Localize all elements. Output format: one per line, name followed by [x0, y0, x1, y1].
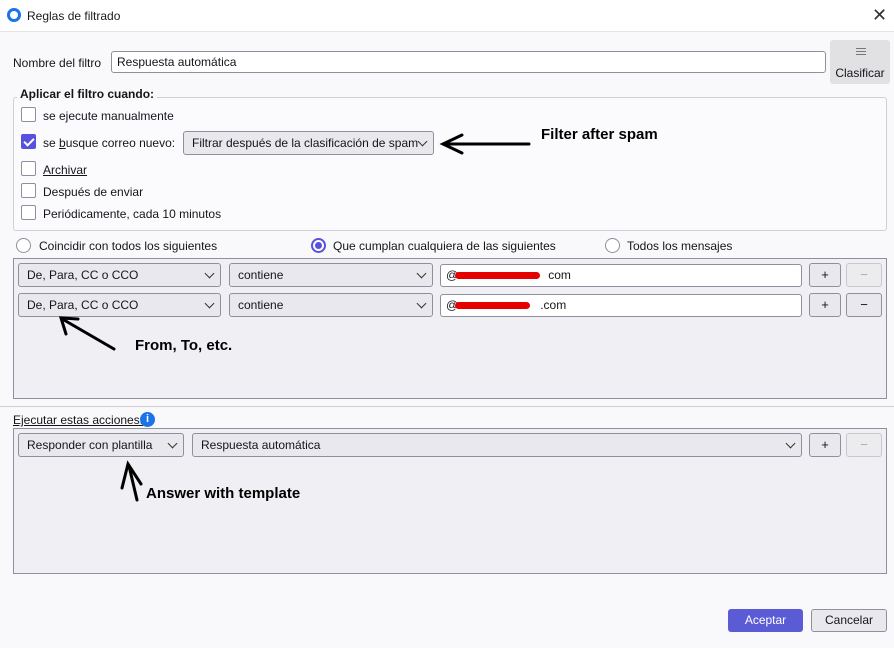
arrow-filter-after-spam: [439, 133, 531, 155]
cancel-button[interactable]: Cancelar: [811, 609, 887, 632]
annotation-filter-after-spam: Filter after spam: [541, 126, 658, 143]
ok-button[interactable]: Aceptar: [728, 609, 803, 632]
annotation-answer-template: Answer with template: [146, 485, 301, 502]
arrow-from-to: [58, 316, 116, 351]
annotation-from-to: From, To, etc.: [135, 337, 233, 354]
arrow-answer-template: [120, 460, 143, 502]
annotation-arrows: [58, 133, 531, 502]
